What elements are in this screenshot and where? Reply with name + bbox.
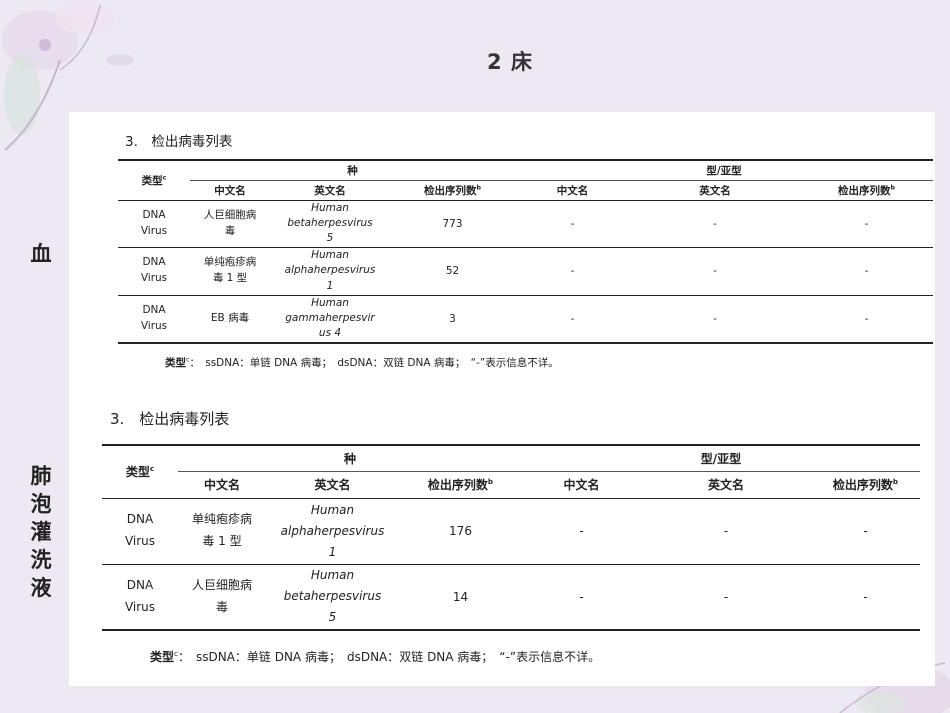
count-cell: 14 (452, 589, 469, 604)
en-name-cell: Human betaherpesvirus 5 (270, 200, 390, 248)
side-label-char: 泡 (30, 492, 52, 516)
side-label-balf: 肺 泡 灌 洗 液 (26, 462, 56, 602)
section-title: 3. 检出病毒列表 (110, 410, 230, 428)
en-name-cell: Human gammaherpesvir us 4 (285, 296, 375, 340)
cn-name-cell: EB 病毒 (210, 311, 250, 324)
column-header: 中文名 (178, 471, 266, 499)
sub-count-cell: - (800, 247, 933, 296)
column-header: 检出序列数b (399, 471, 522, 499)
count-cell: 773 (390, 200, 515, 248)
cn-name-cell: 单纯疱疹病毒 1 型 (190, 247, 270, 296)
en-name-cell: Human alphaherpesvirus 1 (270, 247, 390, 296)
column-header: 中文名 (522, 471, 641, 499)
sub-count-cell: - (863, 589, 868, 604)
type-header: 类型c (102, 445, 178, 499)
count-cell: 52 (390, 247, 515, 296)
table-row: DNA Virus 人巨细胞病毒 Human betaherpesvirus 5 14… (102, 564, 920, 630)
sub-count-cell: - (800, 200, 933, 248)
column-header: 英文名 (270, 180, 390, 201)
sub-cn-cell: - (515, 200, 630, 248)
table-row: DNA Virus 单纯疱疹病毒 1 型 Human alphaherpesviru… (102, 498, 920, 565)
side-label-blood: 血 (30, 242, 52, 266)
slide-title: 2 床 (487, 50, 533, 74)
count-cell: 176 (399, 498, 522, 565)
table-note: 类型c： ssDNA：单链 DNA 病毒； dsDNA：双链 DNA 病毒； “… (150, 649, 601, 664)
species-header: 种 (190, 160, 515, 181)
side-label-char: 液 (30, 576, 52, 600)
type-cell: DNA Virus (102, 498, 178, 565)
side-label-char: 灌 (30, 520, 52, 544)
table-note: 类型c： ssDNA：单链 DNA 病毒； dsDNA：双链 DNA 病毒； “… (165, 356, 559, 370)
column-header: 英文名 (641, 471, 811, 499)
cn-name-cell: 人巨细胞病毒 (191, 578, 252, 614)
sub-cn-cell: - (570, 312, 575, 325)
side-label-char: 肺 (30, 464, 52, 488)
type-header: 类型c (118, 160, 190, 201)
column-header: 英文名 (266, 471, 399, 499)
count-cell: 3 (449, 312, 456, 325)
en-name-cell: Human betaherpesvirus 5 (283, 568, 382, 625)
virus-table-blood: 类型c 种 型/亚型 中文名 英文名 检出序列数b 中文名 英文名 检出序列数b… (118, 159, 933, 344)
type-cell: DNA Virus (118, 247, 190, 296)
sub-cn-cell: - (515, 247, 630, 296)
en-name-cell: Human alphaherpesvirus 1 (266, 498, 399, 565)
sub-en-cell: - (641, 498, 811, 565)
cn-name-cell: 人巨细胞病毒 (190, 200, 270, 248)
type-cell: DNA Virus (140, 304, 168, 332)
table-row: DNA Virus 人巨细胞病毒 Human betaherpesvirus 5 77… (118, 200, 933, 248)
sub-count-cell: - (864, 312, 869, 325)
virus-table-balf: 类型c 种 型/亚型 中文名 英文名 检出序列数b 中文名 英文名 检出序列数b… (102, 444, 920, 631)
type-cell: DNA Virus (124, 578, 156, 614)
sub-en-cell: - (630, 200, 800, 248)
column-header: 英文名 (630, 180, 800, 201)
report-panel: 3. 检出病毒列表 类型c 种 型/亚型 中文名 英文名 检出序列数b 中文名 … (69, 112, 935, 686)
sub-en-cell: - (630, 247, 800, 296)
sub-cn-cell: - (579, 589, 584, 604)
column-header: 中文名 (515, 180, 630, 201)
sub-count-cell: - (811, 498, 920, 565)
sub-en-cell: - (723, 589, 729, 604)
column-header: 检出序列数b (800, 180, 933, 201)
type-cell: DNA Virus (118, 200, 190, 248)
column-header: 中文名 (190, 180, 270, 201)
subtype-header: 型/亚型 (522, 445, 920, 472)
column-header: 检出序列数b (811, 471, 920, 499)
side-label-char: 洗 (30, 548, 52, 572)
sub-cn-cell: - (522, 498, 641, 565)
subtype-header: 型/亚型 (515, 160, 933, 181)
sub-en-cell: - (713, 312, 717, 325)
species-header: 种 (178, 445, 522, 472)
cn-name-cell: 单纯疱疹病毒 1 型 (178, 498, 266, 565)
table-row: DNA Virus EB 病毒 Human gammaherpesvir us 4 3… (118, 295, 933, 343)
column-header: 检出序列数b (390, 180, 515, 201)
section-title: 3. 检出病毒列表 (125, 134, 233, 150)
table-row: DNA Virus 单纯疱疹病毒 1 型 Human alphaherpesviru… (118, 247, 933, 296)
